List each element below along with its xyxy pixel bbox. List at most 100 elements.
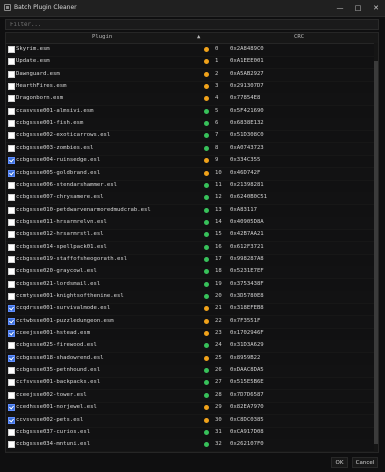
scrollbar-thumb[interactable] (374, 61, 378, 444)
close-button[interactable]: ✕ (367, 0, 385, 16)
plugin-name: ccbgssse035-petnhound.esl (16, 367, 101, 374)
ok-button[interactable]: OK (331, 457, 348, 468)
status-dot-icon (204, 47, 209, 52)
table-row[interactable]: ccbgssse037-curios.esl 31 0xCA917D08 (6, 427, 378, 440)
status-dot-icon (204, 269, 209, 275)
checked-checkbox[interactable] (8, 354, 15, 362)
checked-checkbox[interactable] (8, 157, 15, 165)
plugin-crc: 0x334C355 (230, 157, 261, 164)
checkbox[interactable] (8, 441, 15, 449)
status-dot-icon (204, 145, 209, 151)
window-title: Batch Plugin Cleaner (14, 4, 77, 11)
checkbox[interactable] (8, 120, 15, 128)
plugin-column-header[interactable]: Plugin (92, 34, 112, 40)
table-row[interactable]: Dawnguard.esm 2 0xA5AB2927 (6, 68, 378, 82)
plugin-name: HearthFires.esm (16, 83, 67, 90)
table-row[interactable]: ccbgssse003-zombies.esl 8 0xA0743723 (6, 142, 378, 156)
status-dot-icon (204, 121, 209, 127)
table-row[interactable]: ccbgssse010-petdwarvenarmoredmudcrab.esl… (6, 205, 378, 218)
checkbox[interactable] (8, 95, 15, 103)
checked-checkbox[interactable] (8, 404, 15, 412)
checkbox[interactable] (8, 231, 15, 239)
checkbox[interactable] (8, 268, 15, 276)
checkbox[interactable] (8, 280, 15, 288)
checkbox[interactable] (8, 379, 15, 387)
table-row[interactable]: ccbgssse014-spellpack01.esl 16 0x612F3721 (6, 241, 378, 255)
table-row[interactable]: cceejsse001-hstead.esm 23 0x1702946F (6, 328, 378, 342)
checkbox[interactable] (8, 194, 15, 202)
table-row[interactable]: ccbgssse019-staffofsheogorath.esl 17 0x998… (6, 254, 378, 267)
table-row[interactable]: Dragonborn.esm 4 0x77854E8 (6, 93, 378, 107)
plugin-name: ccbgssse012-hrsarmrstl.esl (16, 231, 104, 238)
checkbox[interactable] (8, 293, 15, 300)
checkbox[interactable] (8, 206, 15, 214)
vertical-scrollbar[interactable] (374, 43, 378, 452)
checkbox[interactable] (8, 58, 15, 66)
plugin-crc: 0x998287A8 (230, 255, 264, 262)
checkbox[interactable] (8, 181, 15, 189)
table-row[interactable]: ccbgssse001-fish.esm 6 0x6838E132 (6, 118, 378, 132)
checkbox[interactable] (8, 428, 15, 436)
checkbox[interactable] (8, 255, 15, 263)
table-row[interactable]: ccedhsse001-norjewel.esl 29 0x82EA7970 (6, 402, 378, 416)
checkbox[interactable] (8, 391, 15, 399)
checked-checkbox[interactable] (8, 169, 15, 177)
table-row[interactable]: ccbgssse002-exoticarrows.esl 7 0x51D308C0 (6, 130, 378, 144)
checked-checkbox[interactable] (8, 305, 15, 313)
checkbox[interactable] (8, 243, 15, 251)
cancel-button[interactable]: Cancel (352, 457, 378, 468)
table-row[interactable]: ccfsvsse001-backpacks.esl 27 0x515E5B6E (6, 377, 378, 391)
table-row[interactable]: ccbgssse018-shadowrend.esl 25 0x8959B22 (6, 353, 378, 366)
checkbox[interactable] (8, 70, 15, 78)
plugin-index: 16 (215, 243, 222, 250)
status-dot-icon (204, 355, 209, 361)
plugin-crc: 0x3D5780E8 (230, 293, 264, 299)
table-row[interactable]: ccbgssse034-mntuni.esl 32 0x262107F0 (6, 439, 378, 452)
table-row[interactable]: ccmtysse001-knightsofthenine.esl 20 0x3D57… (6, 291, 378, 304)
table-row[interactable]: ccbgssse004-ruinsedge.esl 9 0x334C355 (6, 155, 378, 169)
filter-input[interactable] (5, 19, 379, 30)
table-row[interactable]: ccbgssse025-firewood.esl 24 0x31D3A629 (6, 340, 378, 354)
plugin-crc: 0xA83117 (230, 206, 257, 213)
checkbox[interactable] (8, 107, 15, 115)
table-row[interactable]: HearthFires.esm 3 0x291307D7 (6, 81, 378, 95)
sort-up-icon[interactable]: ▲ (197, 34, 200, 40)
checked-checkbox[interactable] (8, 330, 15, 338)
minimize-button[interactable]: — (331, 0, 349, 16)
table-row[interactable]: Skyrim.esm 0 0x2A8489C0 (6, 44, 378, 57)
checkbox[interactable] (8, 83, 15, 91)
checkbox[interactable] (8, 132, 15, 140)
checked-checkbox[interactable] (8, 416, 15, 424)
plugin-name: ccbgssse003-zombies.esl (16, 144, 94, 151)
table-row[interactable]: cctwbsse001-puzzledungeon.esm 22 0x7F3551F (6, 315, 378, 329)
table-row[interactable]: ccvsvsse002-pets.esl 30 0xC8DC0385 (6, 414, 378, 428)
checkbox[interactable] (8, 46, 15, 53)
table-row[interactable]: ccbgssse007-chrysamere.esl 12 0x6240B0C51 (6, 192, 378, 206)
table-row[interactable]: ccbgssse006-stendarshammer.esl 11 0x213982… (6, 180, 378, 193)
plugin-crc: 0x2A8489C0 (230, 46, 264, 52)
plugin-index: 25 (215, 354, 222, 361)
table-row[interactable]: cceejsse002-tower.esl 28 0x7D7D6587 (6, 389, 378, 403)
plugin-index: 24 (215, 342, 222, 349)
table-row[interactable]: ccbgssse020-graycowl.esl 18 0x5231E7EF (6, 266, 378, 280)
plugin-name: ccvsvsse002-pets.esl (16, 416, 84, 423)
plugin-name: ccedhsse001-norjewel.esl (16, 404, 97, 411)
table-row[interactable]: ccbgssse011-hrsarmrelvn.esl 14 0x40905D8A (6, 216, 378, 230)
crc-column-header[interactable]: CRC (294, 34, 304, 40)
maximize-button[interactable]: □ (349, 0, 367, 16)
table-row[interactable]: ccasvsse001-almsivi.esm 5 0x5F421690 (6, 106, 378, 119)
table-row[interactable]: ccbgssse005-goldbrand.esl 10 0x46D742F (6, 167, 378, 181)
plugin-name: cceejsse001-hstead.esm (16, 330, 91, 337)
table-row[interactable]: ccbgssse021-lordsmail.esl 19 0x3753438F (6, 279, 378, 292)
plugin-crc: 0x51D308C0 (230, 132, 264, 139)
checkbox[interactable] (8, 218, 15, 226)
checked-checkbox[interactable] (8, 317, 15, 325)
table-row[interactable]: Update.esm 1 0xA1EEE001 (6, 56, 378, 70)
checkbox[interactable] (8, 367, 15, 375)
table-row[interactable]: ccqdrsse001-survivalmode.esl 21 0x318EFEB8 (6, 303, 378, 317)
checkbox[interactable] (8, 144, 15, 152)
checkbox[interactable] (8, 342, 15, 350)
status-dot-icon (204, 380, 209, 386)
table-row[interactable]: ccbgssse012-hrsarmrstl.esl 15 0x42B7AA21 (6, 229, 378, 243)
table-row[interactable]: ccbgssse035-petnhound.esl 26 0xDAAC8DA5 (6, 365, 378, 379)
